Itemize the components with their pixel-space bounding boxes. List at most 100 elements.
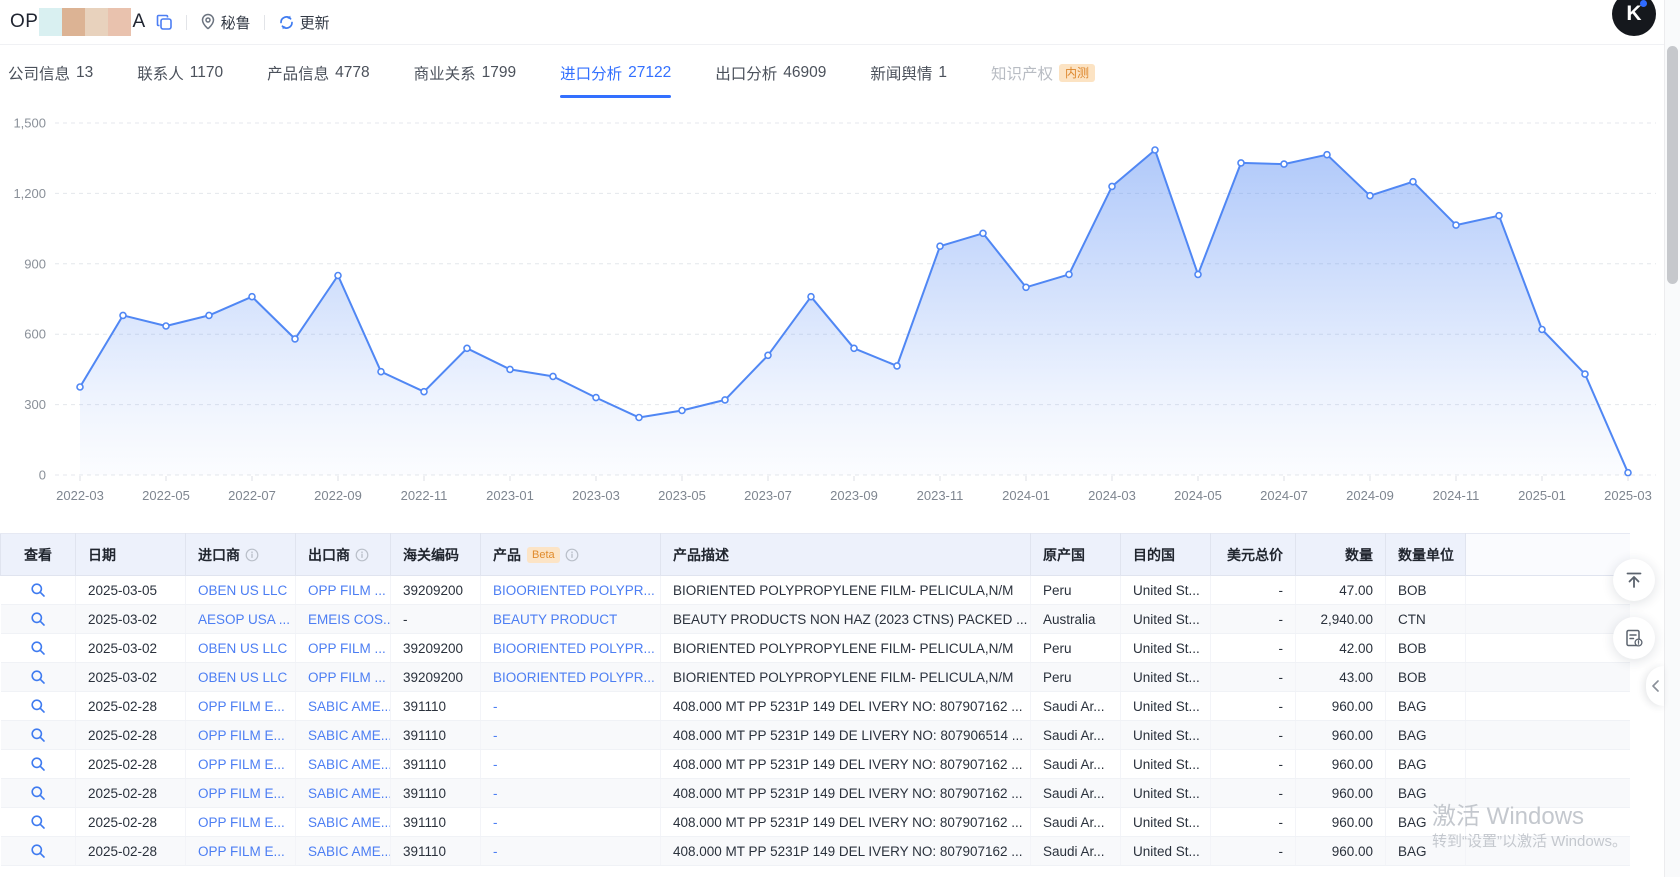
cell-product-desc: 408.000 MT PP 5231P 149 DEL IVERY NO: 80… [661,692,1031,721]
row-view-button[interactable] [27,782,49,804]
tab-7[interactable]: 知识产权内测 [991,45,1095,100]
column-header-12 [1466,534,1631,576]
importer-link[interactable]: OBEN US LLC [198,583,287,598]
product-link[interactable]: BIOORIENTED POLYPR... [493,641,655,656]
header-divider [264,15,265,30]
row-view-button[interactable] [27,666,49,688]
tab-5[interactable]: 出口分析 46909 [715,45,826,100]
product-link[interactable]: - [493,815,498,830]
product-link[interactable]: - [493,786,498,801]
exporter-link[interactable]: SABIC AME... [308,844,391,859]
product-link[interactable]: - [493,757,498,772]
exporter-link[interactable]: OPP FILM ... [308,641,386,656]
importer-link[interactable]: OPP FILM E... [198,786,285,801]
tab-6[interactable]: 新闻舆情1 [870,45,947,100]
cell-usd-total: - [1211,634,1296,663]
row-view-button[interactable] [27,608,49,630]
refresh-icon[interactable] [278,14,295,31]
exporter-link[interactable]: SABIC AME... [308,757,391,772]
row-view-button[interactable] [27,579,49,601]
copy-icon[interactable] [156,14,173,31]
exporter-link[interactable]: SABIC AME... [308,815,391,830]
exporter-link[interactable]: OPP FILM ... [308,670,386,685]
svg-text:2023-03: 2023-03 [572,488,620,503]
notification-dot [1640,0,1647,7]
info-circle-icon[interactable] [245,548,259,565]
tab-2[interactable]: 产品信息4778 [267,45,370,100]
cell-destination-country: United St... [1121,779,1211,808]
company-location[interactable]: 秘鲁 [221,12,251,33]
column-label: 进口商 [198,547,240,563]
product-link[interactable]: - [493,728,498,743]
location-pin-icon [200,13,216,31]
report-button[interactable] [1613,617,1655,659]
page-scrollbar-thumb[interactable] [1667,46,1678,284]
update-button[interactable]: 更新 [300,12,330,33]
cell-destination-country: United St... [1121,750,1211,779]
tab-label: 联系人 [137,62,184,84]
cell-destination-country: United St... [1121,692,1211,721]
exporter-link[interactable]: SABIC AME... [308,786,391,801]
cell-date: 2025-03-02 [76,634,186,663]
cell-usd-total: - [1211,808,1296,837]
column-label: 原产国 [1043,547,1085,563]
tab-label: 出口分析 [715,62,777,84]
cell-usd-total: - [1211,837,1296,866]
cell-hs-code: 391110 [391,721,481,750]
svg-text:0: 0 [39,468,46,483]
column-label: 产品描述 [673,547,729,563]
importer-link[interactable]: OPP FILM E... [198,699,285,714]
import-records-table-wrap: 查看日期进口商出口商海关编码产品Beta产品描述原产国目的国美元总价数量数量单位… [0,533,1630,866]
product-link[interactable]: - [493,844,498,859]
row-view-button[interactable] [27,695,49,717]
back-to-top-button[interactable] [1613,559,1655,601]
exporter-link[interactable]: OPP FILM ... [308,583,386,598]
importer-link[interactable]: OPP FILM E... [198,757,285,772]
product-link[interactable]: - [493,699,498,714]
product-link[interactable]: BIOORIENTED POLYPR... [493,670,655,685]
tab-4[interactable]: 进口分析27122 [560,45,671,100]
column-header-3: 出口商 [296,534,391,576]
exporter-link[interactable]: SABIC AME... [308,728,391,743]
svg-text:2022-09: 2022-09 [314,488,362,503]
importer-link[interactable]: OPP FILM E... [198,815,285,830]
tab-3[interactable]: 商业关系1799 [414,45,517,100]
row-view-button[interactable] [27,724,49,746]
tab-0[interactable]: 公司信息13 [8,45,93,100]
tab-bar: 公司信息13 联系人1170 产品信息4778 商业关系1799 进口分析27122 出口… [0,45,1680,100]
column-label: 产品 [493,547,521,563]
importer-link[interactable]: AESOP USA ... [198,612,290,627]
importer-link[interactable]: OPP FILM E... [198,844,285,859]
row-view-button[interactable] [27,811,49,833]
svg-text:2023-05: 2023-05 [658,488,706,503]
column-label: 美元总价 [1227,547,1283,563]
importer-link[interactable]: OBEN US LLC [198,641,287,656]
exporter-link[interactable]: SABIC AME... [308,699,391,714]
svg-text:2024-01: 2024-01 [1002,488,1050,503]
cell-quantity-unit: BAG [1386,750,1466,779]
page-scrollbar-track[interactable] [1664,0,1680,877]
row-view-button[interactable] [27,753,49,775]
collapse-panel-handle[interactable] [1646,666,1664,706]
row-view-button[interactable] [27,840,49,862]
tab-count: 46909 [783,64,826,82]
tab-1[interactable]: 联系人1170 [137,45,223,100]
importer-link[interactable]: OBEN US LLC [198,670,287,685]
tab-label: 进口分析 [560,62,622,84]
cell-product-desc: BIORIENTED POLYPROPYLENE FILM- PELICULA,… [661,576,1031,605]
info-circle-icon[interactable] [355,548,369,565]
row-view-button[interactable] [27,637,49,659]
cell-quantity: 2,940.00 [1296,605,1386,634]
exporter-link[interactable]: EMEIS COS... [308,612,391,627]
info-circle-icon[interactable] [565,548,579,565]
importer-link[interactable]: OPP FILM E... [198,728,285,743]
svg-text:2022-11: 2022-11 [401,488,448,503]
cell-destination-country: United St... [1121,605,1211,634]
product-link[interactable]: BIOORIENTED POLYPR... [493,583,655,598]
product-link[interactable]: BEAUTY PRODUCT [493,612,617,627]
cell-empty [1466,779,1631,808]
svg-text:2022-03: 2022-03 [56,488,104,503]
column-label: 出口商 [308,547,350,563]
column-header-1: 日期 [76,534,186,576]
svg-text:2024-11: 2024-11 [1433,488,1480,503]
